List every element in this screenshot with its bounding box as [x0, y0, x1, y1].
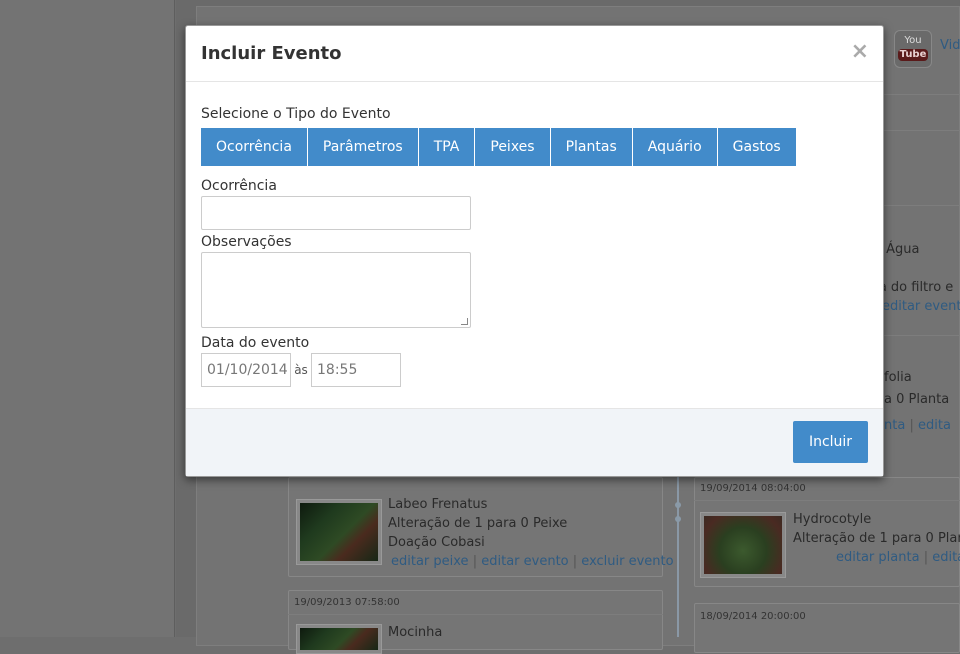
- date-time-row: 01/10/2014 às 18:55: [201, 353, 868, 387]
- edit-plant-link[interactable]: editar planta: [836, 550, 920, 565]
- resize-handle-icon[interactable]: [461, 318, 468, 325]
- event-type-tabs: Ocorrência Parâmetros TPA Peixes Plantas…: [201, 128, 868, 166]
- plant-links: editar planta | edita: [836, 550, 960, 565]
- right-entry-text: a 0 Planta: [884, 392, 950, 407]
- left-sidebar: [0, 0, 175, 637]
- next-left-timestamp: 19/09/2013 07:58:00: [294, 597, 400, 608]
- right-entry-link[interactable]: edita: [918, 418, 951, 433]
- link-separator: |: [923, 550, 929, 565]
- link-separator: |: [909, 418, 914, 433]
- timeline-dot: [675, 502, 681, 508]
- youtube-icon[interactable]: You Tube: [894, 30, 932, 68]
- event-time-input[interactable]: 18:55: [311, 353, 401, 387]
- divider: [884, 335, 960, 336]
- link-separator: |: [572, 554, 578, 569]
- fish-change: Alteração de 1 para 0 Peixe: [388, 516, 568, 531]
- next-left-title: Mocinha: [388, 625, 443, 640]
- modal-header: Incluir Evento ×: [186, 26, 883, 82]
- at-label: às: [294, 363, 308, 377]
- fish-thumbnail: [296, 499, 382, 565]
- event-date-input[interactable]: 01/10/2014: [201, 353, 291, 387]
- youtube-icon-tube: Tube: [898, 49, 928, 61]
- right-entry-links: nta | edita: [884, 418, 951, 433]
- divider: [884, 130, 960, 131]
- occurrence-input[interactable]: [201, 196, 471, 230]
- edit-event-link[interactable]: edita: [932, 550, 960, 565]
- include-button[interactable]: Incluir: [793, 421, 868, 463]
- divider: [884, 94, 960, 95]
- plant-title: Hydrocotyle: [793, 512, 872, 527]
- right-entry-text: za do filtro e: [872, 280, 954, 295]
- modal-title: Incluir Evento: [201, 43, 342, 64]
- tab-aquario[interactable]: Aquário: [632, 128, 718, 166]
- youtube-icon-text: You: [904, 35, 922, 46]
- modal-footer: Incluir: [186, 408, 883, 476]
- tab-peixes[interactable]: Peixes: [475, 128, 551, 166]
- fish-title: Labeo Frenatus: [388, 497, 488, 512]
- tab-ocorrencia[interactable]: Ocorrência: [201, 128, 308, 166]
- event-date-label: Data do evento: [201, 335, 310, 351]
- divider: [288, 614, 663, 615]
- right-entry-link[interactable]: nta: [884, 418, 905, 433]
- edit-event-link[interactable]: editar evento: [481, 554, 568, 569]
- right-entry-edit-link[interactable]: editar evento: [882, 299, 960, 314]
- tab-plantas[interactable]: Plantas: [550, 128, 633, 166]
- close-icon[interactable]: ×: [851, 40, 869, 64]
- link-separator: |: [472, 554, 478, 569]
- observations-textarea[interactable]: [201, 252, 471, 328]
- fish-links: editar peixe | editar evento | excluir e…: [391, 554, 674, 569]
- plant-change: Alteração de 1 para 0 Planta: [793, 531, 960, 546]
- tab-parametros[interactable]: Parâmetros: [307, 128, 419, 166]
- fish-note: Doação Cobasi: [388, 535, 485, 550]
- divider: [884, 205, 960, 206]
- next-thumbnail: [296, 624, 382, 654]
- right-entry-title: folia: [884, 370, 912, 385]
- include-event-modal: Incluir Evento × Selecione o Tipo do Eve…: [185, 25, 884, 477]
- observations-label: Observações: [201, 234, 292, 250]
- next-right-timestamp: 18/09/2014 20:00:00: [700, 611, 806, 622]
- delete-event-link[interactable]: excluir evento: [581, 554, 673, 569]
- plant-thumbnail: [700, 512, 786, 578]
- divider: [694, 500, 960, 501]
- timeline-line: [677, 477, 679, 637]
- event-type-label: Selecione o Tipo do Evento: [201, 106, 391, 122]
- occurrence-label: Ocorrência: [201, 178, 277, 194]
- tab-gastos[interactable]: Gastos: [717, 128, 796, 166]
- edit-fish-link[interactable]: editar peixe: [391, 554, 469, 569]
- timeline-dot: [675, 516, 681, 522]
- modal-body: Selecione o Tipo do Evento Ocorrência Pa…: [186, 82, 883, 409]
- tab-tpa[interactable]: TPA: [418, 128, 476, 166]
- video-link[interactable]: Vid: [940, 38, 960, 53]
- plant-timestamp: 19/09/2014 08:04:00: [700, 483, 806, 494]
